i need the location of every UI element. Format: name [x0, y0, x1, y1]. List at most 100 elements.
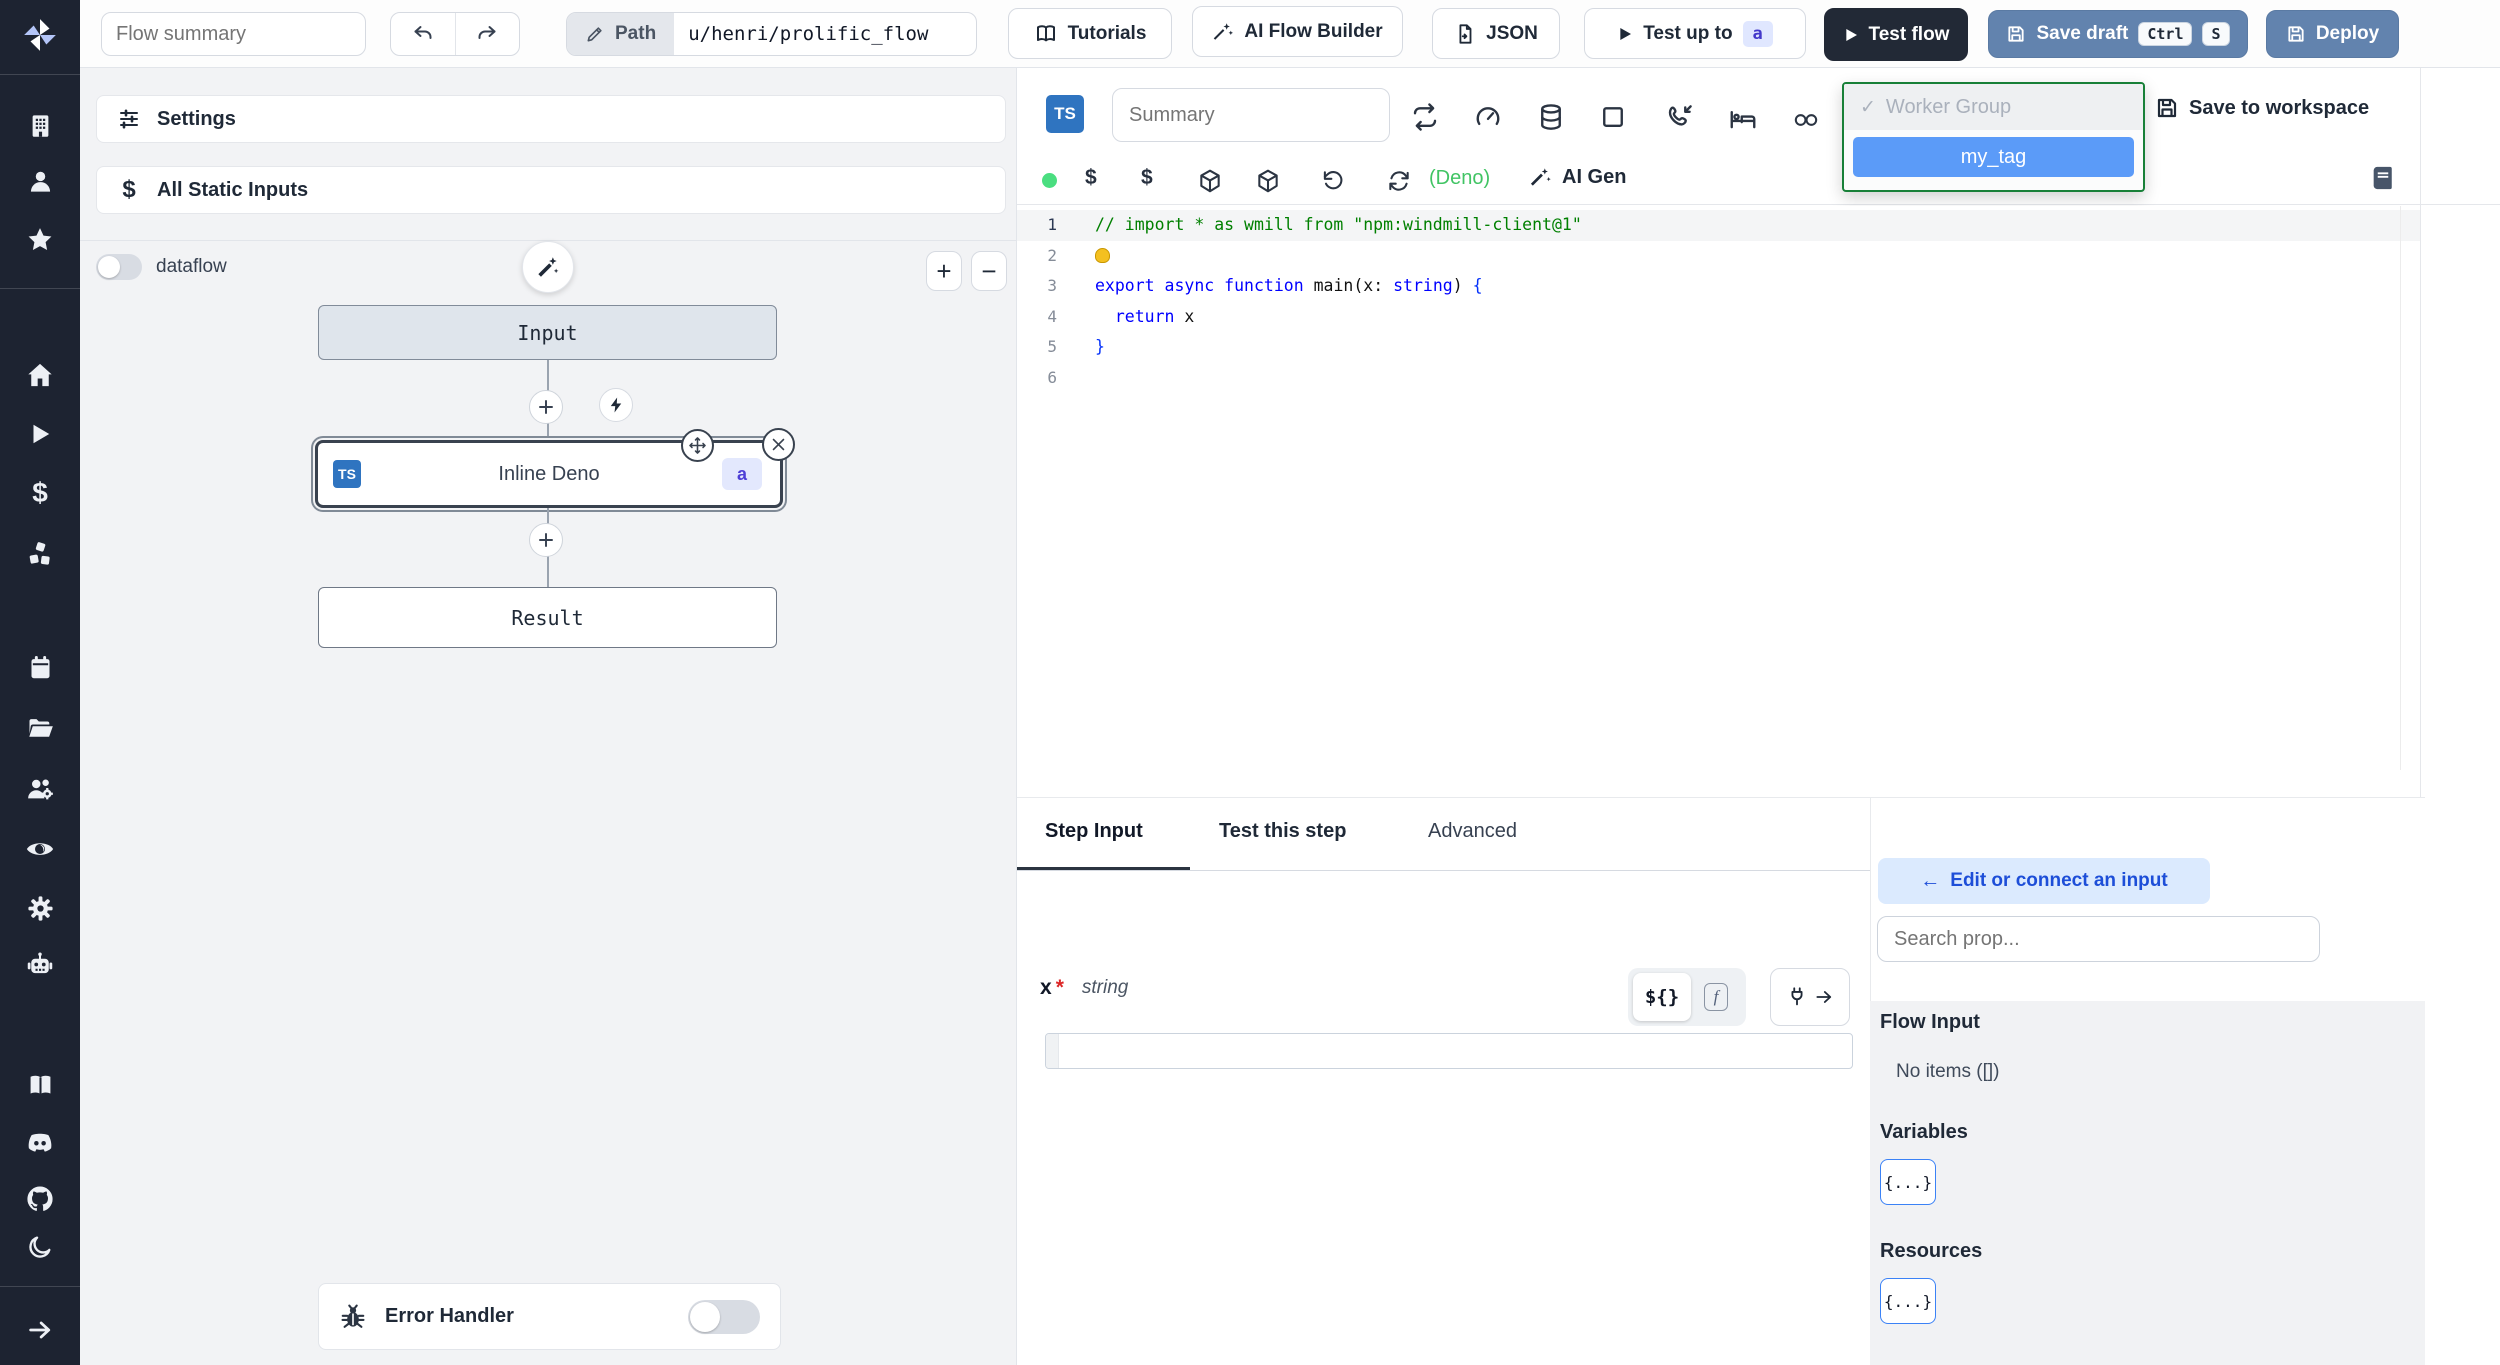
code-editor[interactable]: 123456 // import * as wmill from "npm:wi…: [1017, 206, 2420, 770]
sleep-bed-icon[interactable]: [1728, 104, 1758, 134]
connect-panel: ← Edit or connect an input Flow Input No…: [1870, 798, 2425, 1365]
star-icon[interactable]: [0, 226, 80, 254]
docs-book-icon[interactable]: [0, 1071, 80, 1100]
fn-mode-button[interactable]: f: [1691, 973, 1741, 1021]
test-up-to-button[interactable]: Test up to a: [1584, 8, 1806, 59]
resources-object-chip[interactable]: {...}: [1880, 1278, 1936, 1324]
refresh-lang-icon[interactable]: [1386, 168, 1412, 194]
trigger-bolt-button[interactable]: [599, 388, 633, 422]
variables-object-chip[interactable]: {...}: [1880, 1159, 1936, 1205]
undo-button[interactable]: [391, 13, 456, 55]
path-label: Path: [615, 23, 657, 44]
retry-loop-icon[interactable]: [1410, 102, 1440, 132]
settings-gear-icon[interactable]: [0, 894, 80, 923]
deploy-button[interactable]: Deploy: [2266, 10, 2399, 58]
play-icon: [1843, 27, 1859, 43]
zoom-out-button[interactable]: −: [971, 251, 1007, 291]
zoom-out-label: −: [981, 255, 997, 286]
cache-database-icon[interactable]: [1536, 102, 1566, 132]
variables-section-title: Variables: [1880, 1121, 1968, 1143]
error-handler-toggle[interactable]: [688, 1299, 760, 1334]
variables-dollar-icon[interactable]: $: [1141, 166, 1153, 190]
schedules-calendar-icon[interactable]: [0, 654, 80, 681]
audit-eye-icon[interactable]: [0, 834, 80, 864]
reset-rotate-ccw-icon[interactable]: [1320, 168, 1346, 194]
redo-button[interactable]: [456, 13, 520, 55]
save-draft-label: Save draft: [2036, 23, 2129, 44]
path-control[interactable]: Path u/henri/prolific_flow: [566, 12, 977, 56]
discord-icon[interactable]: [0, 1128, 80, 1158]
library-book-icon[interactable]: [2369, 164, 2397, 192]
kbd-s: S: [2202, 22, 2230, 46]
test-flow-button[interactable]: Test flow: [1824, 8, 1968, 61]
folders-icon[interactable]: [0, 714, 80, 742]
step-id-badge: a: [722, 458, 762, 490]
tab-advanced[interactable]: Advanced: [1428, 820, 1517, 843]
save-draft-button[interactable]: Save draft Ctrl S: [1988, 10, 2248, 58]
shared-directory-icon[interactable]: [1791, 108, 1821, 132]
step-summary-input[interactable]: [1112, 88, 1390, 142]
tutorials-button[interactable]: Tutorials: [1008, 8, 1172, 59]
workspace-building-icon[interactable]: [0, 112, 80, 139]
home-icon[interactable]: [0, 361, 80, 389]
expand-sidebar-arrow-icon[interactable]: [0, 1316, 80, 1344]
groups-users-gear-icon[interactable]: [0, 774, 80, 804]
field-type: string: [1081, 977, 1129, 998]
flow-editor-panel: Settings $ All Static Inputs dataflow + …: [80, 68, 1017, 1365]
worker-group-option-selected[interactable]: my_tag: [1853, 137, 2134, 177]
dataflow-toggle[interactable]: [96, 254, 142, 280]
flow-input-node[interactable]: Input: [318, 305, 777, 360]
tab-step-input[interactable]: Step Input: [1045, 820, 1143, 843]
package-cube-icon[interactable]: [1255, 168, 1281, 194]
all-static-inputs-bar[interactable]: $ All Static Inputs: [96, 166, 1006, 214]
move-step-button[interactable]: [681, 429, 714, 462]
field-name: x: [1040, 976, 1052, 999]
add-step-button[interactable]: [529, 390, 563, 424]
error-handler-card[interactable]: Error Handler: [318, 1283, 781, 1350]
deno-lang-hint[interactable]: (Deno): [1429, 167, 1490, 190]
flow-result-node[interactable]: Result: [318, 587, 777, 648]
search-prop-input[interactable]: [1877, 916, 2320, 962]
resources-cubes-icon[interactable]: [0, 541, 80, 569]
package-cube-icon[interactable]: [1197, 168, 1223, 194]
delete-step-button[interactable]: [762, 428, 795, 461]
topbar: Path u/henri/prolific_flow Tutorials AI …: [80, 0, 2500, 68]
play-icon: [1617, 26, 1633, 42]
dark-mode-moon-icon[interactable]: [0, 1233, 80, 1261]
assets-dollar-icon[interactable]: $: [1085, 166, 1097, 190]
file-json-icon: [1454, 23, 1476, 45]
expr-mode-button[interactable]: ${}: [1633, 973, 1691, 1021]
json-button[interactable]: JSON: [1432, 8, 1560, 59]
worker-group-dropdown[interactable]: ✓ Worker Group my_tag: [1842, 82, 2145, 192]
minimap-divider: [2400, 206, 2401, 770]
ai-flow-builder-button[interactable]: AI Flow Builder: [1192, 6, 1403, 57]
add-step-button[interactable]: [529, 523, 563, 557]
workers-robot-icon[interactable]: [0, 950, 80, 980]
flow-summary-input[interactable]: [101, 12, 366, 56]
flow-settings-bar[interactable]: Settings: [96, 95, 1006, 143]
app-sidebar: $: [0, 0, 80, 1365]
edit-or-connect-button[interactable]: ← Edit or connect an input: [1878, 858, 2210, 904]
save-to-workspace-button[interactable]: Save to workspace: [2155, 96, 2369, 120]
runs-play-icon[interactable]: [0, 421, 80, 447]
zoom-in-button[interactable]: +: [926, 251, 962, 291]
gauge-timeout-icon[interactable]: [1473, 102, 1503, 132]
windmill-logo-icon[interactable]: [0, 16, 80, 54]
field-value-input[interactable]: [1045, 1033, 1853, 1069]
user-icon[interactable]: [0, 168, 80, 195]
deploy-label: Deploy: [2315, 23, 2380, 44]
tab-bar: Step Input Test this step Advanced: [1017, 798, 1870, 871]
tab-test-this-step[interactable]: Test this step: [1219, 820, 1346, 843]
ai-gen-button[interactable]: AI Gen: [1529, 166, 1626, 189]
ai-wand-button[interactable]: [522, 241, 574, 293]
connect-input-plug-button[interactable]: [1770, 968, 1850, 1026]
step-node-label: Inline Deno: [498, 462, 600, 485]
suspend-phone-icon[interactable]: [1665, 102, 1695, 132]
path-value[interactable]: u/henri/prolific_flow: [674, 23, 928, 45]
dollar-icon: $: [122, 176, 136, 203]
editor-header: TS ✓ Worker Group: [1017, 68, 2500, 205]
github-icon[interactable]: [0, 1184, 80, 1214]
mock-square-icon[interactable]: [1598, 102, 1628, 132]
magic-wand-icon: [1212, 21, 1234, 43]
variables-dollar-icon[interactable]: $: [0, 479, 80, 507]
